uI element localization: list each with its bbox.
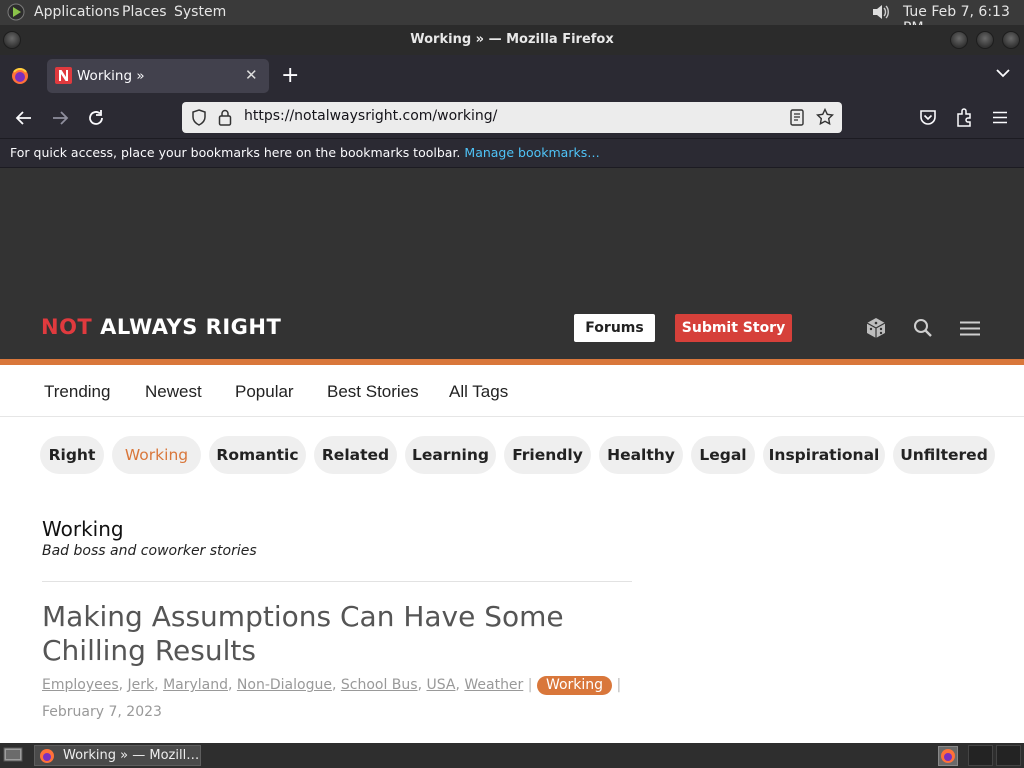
category-badge[interactable]: Working (536, 676, 613, 695)
tab-close-icon[interactable]: ✕ (245, 66, 258, 84)
tag-link[interactable]: Jerk (128, 677, 155, 693)
nav-best-stories[interactable]: Best Stories (327, 382, 419, 402)
show-desktop-icon[interactable] (3, 747, 23, 764)
tag-link[interactable]: School Bus (341, 677, 418, 693)
story-tags: Employees, Jerk, Maryland, Non-Dialogue,… (42, 676, 622, 695)
pocket-icon[interactable] (919, 109, 937, 126)
tag-link[interactable]: Maryland (163, 677, 228, 693)
reload-icon[interactable] (87, 109, 105, 127)
tag-link[interactable]: Non-Dialogue (237, 677, 332, 693)
tab-working[interactable]: Working » ✕ (47, 59, 269, 93)
nav-trending[interactable]: Trending (44, 382, 110, 402)
applications-menu[interactable]: Applications (34, 4, 120, 20)
forward-icon[interactable] (51, 110, 69, 126)
workspace-1[interactable] (968, 745, 993, 766)
hamburger-menu-icon[interactable] (992, 111, 1008, 124)
back-icon[interactable] (15, 110, 33, 126)
logo-always-right: ALWAYS RIGHT (100, 315, 282, 339)
story-title-line2[interactable]: Chilling Results (42, 634, 564, 668)
lock-icon[interactable] (218, 109, 232, 126)
tab-strip: Working » ✕ + (0, 55, 1024, 97)
reader-view-icon[interactable] (790, 109, 804, 126)
minimize-button[interactable] (950, 31, 968, 49)
bottom-taskbar: Working » — Mozill… (0, 743, 1024, 768)
logo-not: NOT (41, 315, 93, 339)
firefox-icon (39, 748, 55, 764)
divider (42, 581, 632, 582)
site-favicon-icon (55, 67, 72, 84)
story-title[interactable]: Making Assumptions Can Have Some Chillin… (42, 600, 564, 668)
manage-bookmarks-link[interactable]: Manage bookmarks… (464, 145, 599, 160)
category-subtitle: Bad boss and coworker stories (42, 543, 257, 559)
pill-inspirational[interactable]: Inspirational (763, 436, 885, 474)
taskbar-firefox-task[interactable]: Working » — Mozill… (34, 745, 201, 766)
bookmarks-hint: For quick access, place your bookmarks h… (10, 145, 600, 160)
tracking-shield-icon[interactable] (191, 109, 207, 126)
nav-all-tags[interactable]: All Tags (449, 382, 508, 402)
list-all-tabs-icon[interactable] (996, 68, 1010, 78)
window-titlebar[interactable]: Working » — Mozilla Firefox (0, 25, 1024, 55)
bookmarks-hint-text: For quick access, place your bookmarks h… (10, 145, 461, 160)
site-menu-icon[interactable] (960, 321, 980, 336)
pill-unfiltered[interactable]: Unfiltered (893, 436, 995, 474)
firefox-tray-icon[interactable] (938, 746, 958, 766)
pill-working[interactable]: Working (112, 436, 201, 474)
nav-bar: https://notalwaysright.com/working/ (0, 97, 1024, 139)
pill-right[interactable]: Right (40, 436, 104, 474)
bookmark-star-icon[interactable] (816, 108, 834, 126)
separator: | (527, 677, 533, 693)
places-menu[interactable]: Places (122, 4, 167, 20)
site-logo[interactable]: NOT ALWAYS RIGHT (41, 315, 281, 339)
gnome-foot-icon[interactable] (6, 3, 26, 21)
tab-title: Working » (77, 68, 145, 84)
submit-story-button[interactable]: Submit Story (675, 314, 792, 342)
url-bar[interactable]: https://notalwaysright.com/working/ (182, 102, 842, 133)
top-panel: Applications Places System Tue Feb 7, 6:… (0, 0, 1024, 36)
site-nav-menu: Trending Newest Popular Best Stories All… (0, 365, 1024, 417)
search-icon[interactable] (913, 318, 933, 338)
pill-friendly[interactable]: Friendly (504, 436, 591, 474)
pill-legal[interactable]: Legal (691, 436, 755, 474)
maximize-button[interactable] (976, 31, 994, 49)
workspace-2[interactable] (996, 745, 1021, 766)
new-tab-icon[interactable]: + (281, 63, 299, 88)
volume-icon[interactable] (870, 2, 892, 22)
system-menu[interactable]: System (174, 4, 226, 20)
story-title-line1[interactable]: Making Assumptions Can Have Some (42, 600, 564, 634)
nav-newest[interactable]: Newest (145, 382, 202, 402)
url-text[interactable]: https://notalwaysright.com/working/ (244, 108, 497, 124)
task-label: Working » — Mozill… (63, 748, 200, 763)
tag-link[interactable]: Weather (464, 677, 523, 693)
separator: | (616, 677, 622, 693)
random-dice-icon[interactable] (865, 317, 887, 339)
bookmarks-toolbar: For quick access, place your bookmarks h… (0, 139, 1024, 168)
close-window-button[interactable] (1002, 31, 1020, 49)
nav-popular[interactable]: Popular (235, 382, 294, 402)
tag-link[interactable]: Employees (42, 677, 119, 693)
dark-mode-icon[interactable] (819, 317, 839, 339)
pill-healthy[interactable]: Healthy (599, 436, 683, 474)
pill-romantic[interactable]: Romantic (209, 436, 306, 474)
pill-learning[interactable]: Learning (405, 436, 496, 474)
firefox-view-icon[interactable] (10, 66, 30, 86)
category-title: Working (42, 517, 124, 541)
forums-button[interactable]: Forums (574, 314, 655, 342)
pill-related[interactable]: Related (314, 436, 397, 474)
extensions-icon[interactable] (955, 108, 973, 127)
window-title: Working » — Mozilla Firefox (410, 32, 614, 47)
site-header: NOT ALWAYS RIGHT Forums Submit Story (0, 168, 1024, 359)
story-date: February 7, 2023 (42, 704, 162, 720)
tag-link[interactable]: USA (426, 677, 455, 693)
